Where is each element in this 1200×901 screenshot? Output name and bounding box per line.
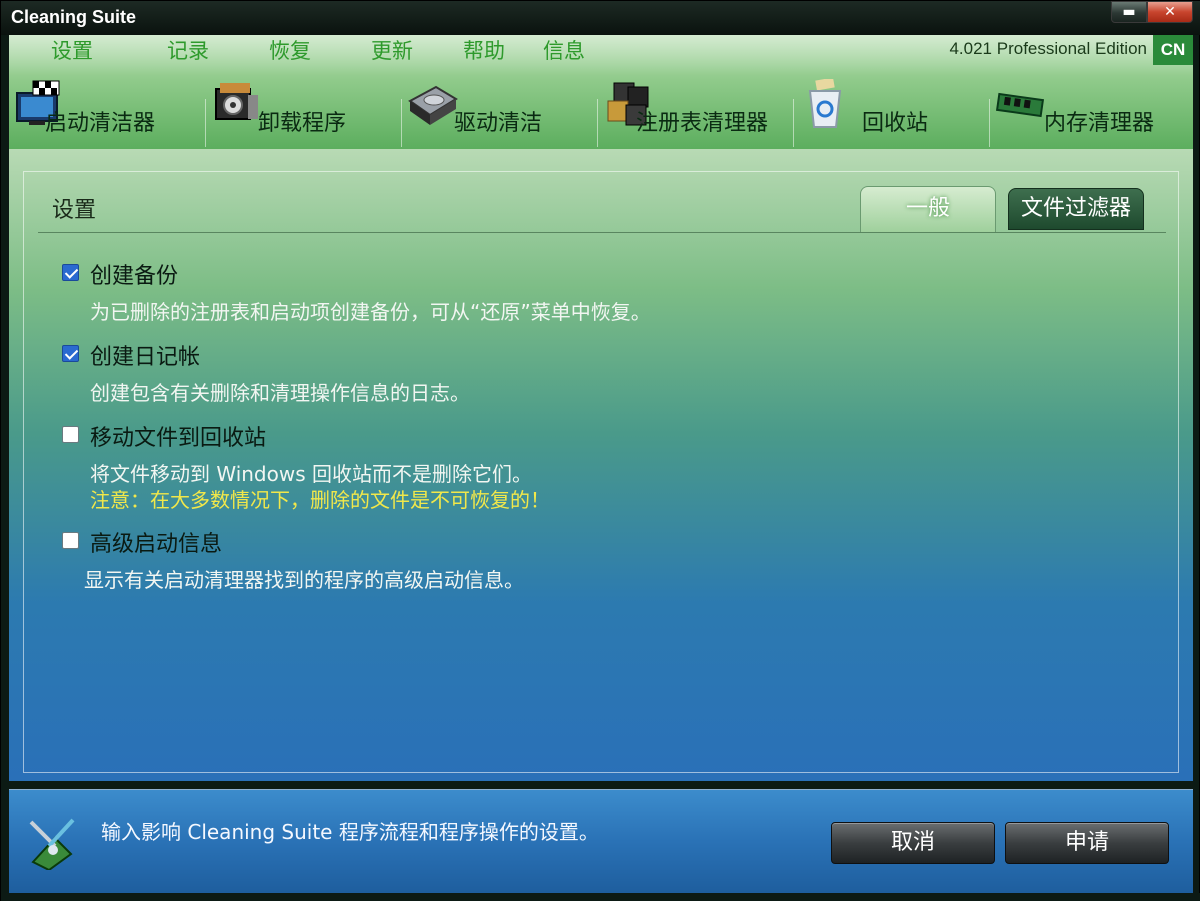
settings-tools-icon — [29, 818, 75, 870]
tool-label: 卸载程序 — [258, 111, 347, 136]
option-description: 显示有关启动清理器找到的程序的高级启动信息。 — [84, 568, 524, 592]
option-warning-note: 注意：在大多数情况下，删除的文件是不可恢复的！ — [90, 488, 550, 512]
recycle-checkbox[interactable] — [62, 426, 79, 443]
log-checkbox[interactable] — [62, 345, 79, 362]
close-button[interactable]: ✕ — [1147, 1, 1193, 23]
toolbar: 启动清洁器 卸载程序 驱动清洁 注册表清理器 回收站 内存清理器 — [9, 73, 1193, 149]
window-title: Cleaning Suite — [11, 7, 137, 27]
tool-memory-cleaner[interactable]: 内存清理器 — [989, 92, 1185, 147]
tool-label: 启动清洁器 — [45, 111, 156, 136]
tool-label: 内存清理器 — [1044, 111, 1155, 136]
title-bar[interactable]: Cleaning Suite ▬ ✕ — [1, 1, 1200, 35]
tool-label: 回收站 — [862, 111, 929, 136]
advanced-startup-checkbox[interactable] — [62, 532, 79, 549]
tab-file-filter[interactable]: 文件过滤器 — [1008, 188, 1144, 230]
tool-recycle-bin[interactable]: 回收站 — [793, 79, 989, 147]
option-description: 为已删除的注册表和启动项创建备份，可从“还原”菜单中恢复。 — [90, 300, 651, 324]
menu-restore[interactable]: 恢复 — [269, 35, 311, 65]
option-label: 高级启动信息 — [90, 532, 223, 557]
window-controls: ▬ ✕ — [1111, 1, 1193, 23]
apply-button[interactable]: 申请 — [1005, 822, 1169, 864]
option-label: 创建备份 — [90, 264, 179, 289]
language-button[interactable]: CN — [1153, 35, 1193, 65]
tab-general[interactable]: 一般 — [860, 186, 996, 232]
backup-checkbox[interactable] — [62, 264, 79, 281]
recycle-bin-icon — [808, 79, 842, 128]
menu-settings[interactable]: 设置 — [51, 35, 93, 65]
main-area: 设置 一般 文件过滤器 创建备份 为已删除的注册表和启动项创建备份，可从“还原”… — [9, 149, 1193, 781]
drive-cleaner-icon — [408, 85, 458, 125]
tool-registry-cleaner[interactable]: 注册表清理器 — [597, 82, 793, 147]
minimize-button[interactable]: ▬ — [1111, 1, 1147, 23]
panel-title: 设置 — [52, 198, 97, 223]
tool-uninstaller[interactable]: 卸载程序 — [205, 83, 401, 147]
settings-panel: 设置 一般 文件过滤器 创建备份 为已删除的注册表和启动项创建备份，可从“还原”… — [23, 171, 1179, 773]
divider — [38, 232, 1166, 233]
tool-drive-cleaner[interactable]: 驱动清洁 — [401, 85, 597, 147]
footer: 输入影响 Cleaning Suite 程序流程和程序操作的设置。 取消 申请 — [9, 789, 1193, 893]
option-label: 创建日记帐 — [90, 345, 201, 370]
menu-update[interactable]: 更新 — [371, 35, 413, 65]
tool-label: 驱动清洁 — [454, 111, 543, 136]
option-label: 移动文件到回收站 — [90, 426, 267, 451]
footer-hint: 输入影响 Cleaning Suite 程序流程和程序操作的设置。 — [101, 820, 599, 844]
app-window: Cleaning Suite ▬ ✕ 设置 记录 恢复 更新 帮助 信息 4.0… — [0, 0, 1200, 901]
edition-label: 4.021 Professional Edition — [949, 39, 1147, 58]
memory-cleaner-icon — [995, 92, 1045, 118]
menu-help[interactable]: 帮助 — [463, 35, 505, 65]
menu-info[interactable]: 信息 — [543, 35, 585, 65]
menu-log[interactable]: 记录 — [167, 35, 209, 65]
option-description: 创建包含有关删除和清理操作信息的日志。 — [90, 381, 470, 405]
cancel-button[interactable]: 取消 — [831, 822, 995, 864]
tool-label: 注册表清理器 — [636, 111, 769, 136]
tool-startup-cleaner[interactable]: 启动清洁器 — [9, 80, 205, 147]
header: 设置 记录 恢复 更新 帮助 信息 4.021 Professional Edi… — [9, 35, 1193, 149]
uninstaller-icon — [215, 83, 258, 120]
option-description: 将文件移动到 Windows 回收站而不是删除它们。 — [90, 462, 532, 486]
